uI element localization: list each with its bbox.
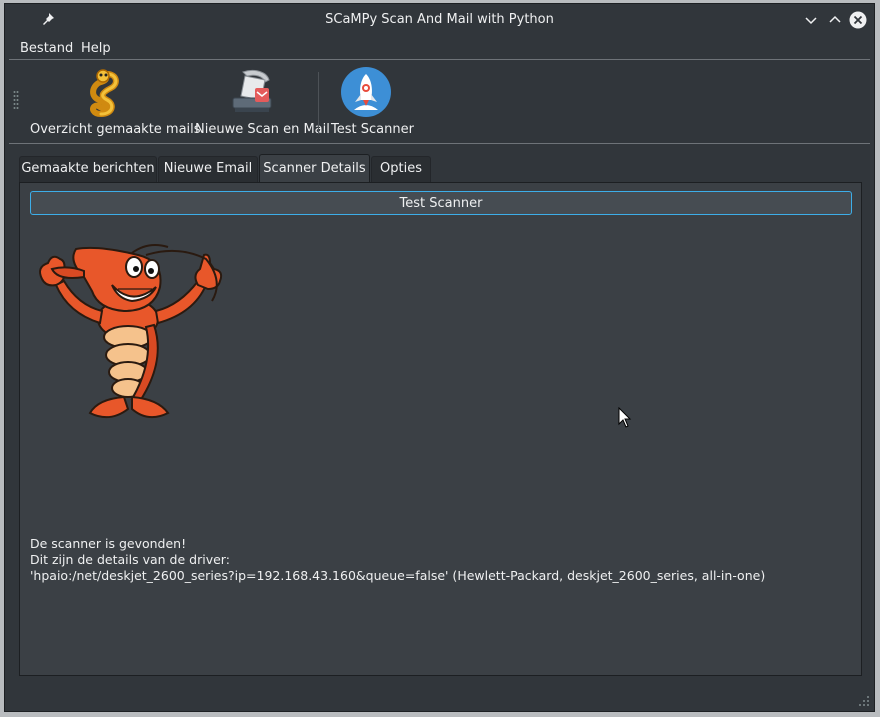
toolbar: Overzicht gemaakte mails Nieuwe Scan en … (5, 60, 874, 144)
window-title: SCaMPy Scan And Mail with Python (325, 12, 554, 27)
scanner-found-text: De scanner is gevonden! (30, 536, 187, 551)
scanner-icon (232, 69, 272, 112)
toolbar-overview-label: Overzicht gemaakte mails (30, 122, 201, 137)
tab-label: Gemaakte berichten (21, 161, 155, 176)
rocket-icon (341, 67, 391, 117)
menu-bar: Bestand Help (5, 37, 874, 59)
driver-details-text: 'hpaio:/net/deskjet_2600_series?ip=192.1… (30, 568, 766, 583)
driver-details-heading: Dit zijn de details van de driver: (30, 552, 230, 567)
tab-opties[interactable]: Opties (371, 156, 431, 182)
title-bar[interactable]: SCaMPy Scan And Mail with Python (5, 4, 874, 36)
tab-gemaakte-berichten[interactable]: Gemaakte berichten (19, 156, 157, 182)
close-icon[interactable] (849, 11, 867, 29)
scanner-details-panel: Test Scanner De scanner is gevonden! Dit… (19, 182, 862, 676)
tab-nieuwe-email[interactable]: Nieuwe Email (158, 156, 258, 182)
maximize-icon[interactable] (826, 11, 844, 29)
test-scanner-button[interactable]: Test Scanner (30, 191, 852, 215)
tab-label: Nieuwe Email (163, 161, 253, 176)
minimize-icon[interactable] (802, 11, 820, 29)
toolbar-test-scanner-label: Test Scanner (331, 122, 414, 137)
tab-label: Opties (380, 161, 422, 176)
tab-label: Scanner Details (263, 161, 366, 176)
resize-grip-icon[interactable] (858, 695, 870, 707)
toolbar-test-scanner-button[interactable]: Test Scanner (325, 60, 414, 144)
toolbar-separator (318, 72, 319, 134)
snake-icon (90, 69, 119, 118)
tab-scanner-details[interactable]: Scanner Details (259, 154, 370, 183)
menu-file-label: Bestand (20, 41, 74, 56)
menu-help-label: Help (81, 41, 111, 56)
toolbar-overview-button[interactable]: Overzicht gemaakte mails (27, 60, 201, 144)
app-window: SCaMPy Scan And Mail with Python Bestand… (4, 3, 875, 712)
menu-file[interactable]: Bestand (20, 41, 73, 56)
toolbar-grip-icon[interactable] (13, 90, 19, 110)
toolbar-new-scan-button[interactable]: Nieuwe Scan en Mail (189, 60, 330, 144)
toolbar-new-scan-label: Nieuwe Scan en Mail (195, 122, 330, 137)
menu-help[interactable]: Help (81, 41, 111, 56)
toolbar-divider (9, 143, 870, 144)
mouse-cursor-icon (618, 407, 632, 428)
shrimp-mascot-icon (39, 244, 223, 419)
